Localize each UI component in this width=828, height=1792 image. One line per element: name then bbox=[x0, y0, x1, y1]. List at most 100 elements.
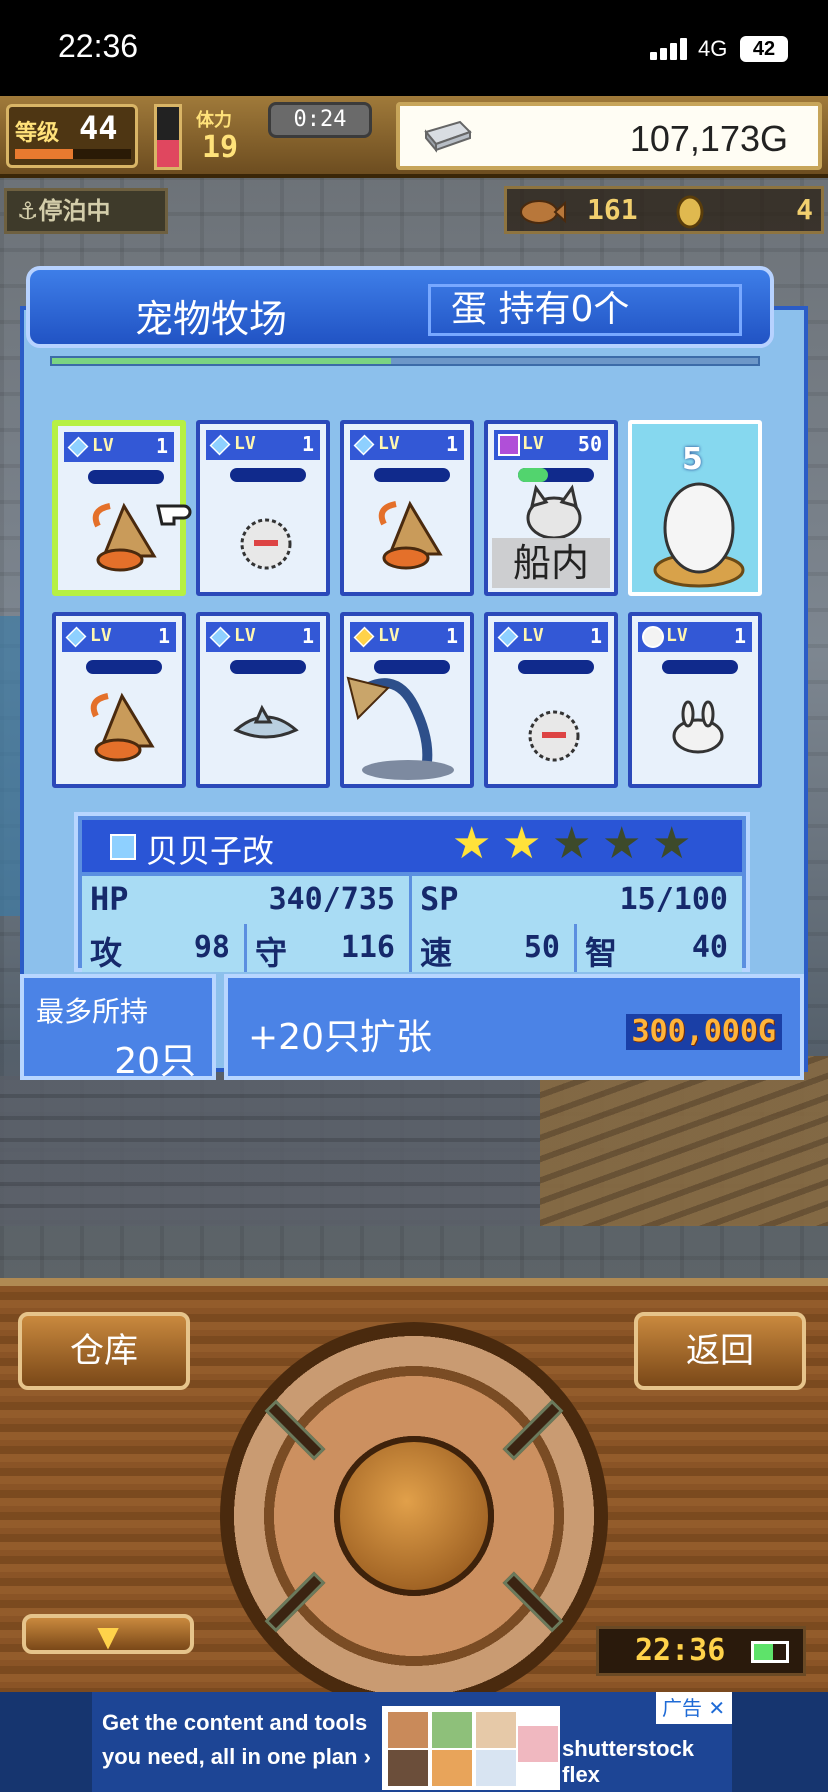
hp-bar bbox=[518, 660, 594, 674]
dpad[interactable] bbox=[220, 1322, 608, 1692]
atk-value: 98 bbox=[193, 930, 230, 965]
hp-value: 340/735 bbox=[268, 882, 395, 917]
white-rabbit-icon bbox=[672, 700, 724, 754]
atk-label: 攻 bbox=[90, 934, 123, 972]
control-panel: 仓库 返回 ▼ 22:36 bbox=[0, 1278, 828, 1692]
phoenix-icon bbox=[346, 676, 454, 780]
pet-card[interactable]: LV 1 bbox=[196, 420, 330, 596]
top-hud: 等级 44 体力 19 0:24 107,173G bbox=[0, 96, 828, 178]
ad-content[interactable]: Get the content and tools you need, all … bbox=[92, 1692, 732, 1792]
star-filled-icon: ★ bbox=[452, 818, 492, 869]
pet-card[interactable]: LV 1 bbox=[196, 612, 330, 788]
ad-label: 广告 bbox=[662, 1696, 702, 1720]
page-title: 宠物牧场 bbox=[134, 297, 287, 341]
ad-line-1: Get the content and tools bbox=[102, 1710, 368, 1735]
battery-icon: 42 bbox=[740, 36, 788, 62]
pet-card[interactable]: LV 1 bbox=[340, 612, 474, 788]
dpad-center-button[interactable] bbox=[334, 1436, 494, 1596]
gold-gem-icon bbox=[353, 626, 375, 648]
ad-banner[interactable]: Get the content and tools you need, all … bbox=[0, 1692, 828, 1792]
expand-price: 300,000G bbox=[625, 1014, 782, 1050]
back-button[interactable]: 返回 bbox=[634, 1312, 806, 1390]
def-value: 116 bbox=[340, 930, 395, 965]
hp-stat: HP 340/735 bbox=[82, 876, 412, 924]
pet-card[interactable]: LV 1 bbox=[52, 420, 192, 596]
dpad-divider bbox=[264, 1399, 326, 1461]
spiky-ball-icon bbox=[528, 710, 580, 762]
sp-stat: SP 15/100 bbox=[412, 876, 742, 924]
ad-close-button[interactable]: 广告 ✕ bbox=[656, 1692, 732, 1724]
egg-number: 5 bbox=[682, 442, 703, 477]
capacity-box: 最多所持 20只 bbox=[20, 974, 216, 1082]
stamina-timer: 0:24 bbox=[268, 102, 372, 138]
pet-card[interactable]: LV 50 船内 bbox=[484, 420, 618, 596]
pet-level: 1 bbox=[301, 432, 314, 456]
pet-card[interactable]: LV 1 bbox=[52, 612, 186, 788]
white-cat-icon bbox=[526, 484, 582, 540]
battery-icon bbox=[751, 1641, 789, 1663]
pet-card[interactable]: LV 1 bbox=[484, 612, 618, 788]
lv-label: LV bbox=[378, 625, 400, 646]
spd-value: 50 bbox=[523, 930, 560, 965]
level-bar: LV 1 bbox=[206, 430, 320, 460]
star-empty-icon: ★ bbox=[602, 818, 642, 869]
scene-pier bbox=[540, 1056, 828, 1226]
capacity-value: 20只 bbox=[114, 1041, 196, 1082]
stamina-label: 体力 bbox=[196, 110, 232, 131]
pet-name-row: 贝贝子改 ★ ★ ★ ★ ★ bbox=[82, 820, 742, 872]
blue-gem-icon bbox=[110, 834, 136, 860]
blue-gem-icon bbox=[497, 626, 519, 648]
menu-down-button[interactable]: ▼ bbox=[22, 1614, 194, 1654]
def-label: 守 bbox=[255, 934, 288, 972]
network-type: 4G bbox=[698, 36, 728, 61]
capacity-label: 最多所持 bbox=[36, 995, 149, 1028]
expand-button[interactable]: +20只扩张 300,000G bbox=[224, 974, 804, 1080]
shark-icon bbox=[233, 704, 299, 739]
pet-level: 1 bbox=[445, 624, 458, 648]
pet-level: 1 bbox=[155, 434, 168, 458]
blue-gem-icon bbox=[209, 626, 231, 648]
hp-bar bbox=[374, 468, 450, 482]
lv-label: LV bbox=[234, 625, 256, 646]
ranch-header: 宠物牧场 蛋 持有0个 bbox=[26, 266, 774, 348]
sp-value: 15/100 bbox=[619, 882, 728, 917]
egg-icon bbox=[653, 482, 745, 588]
dpad-divider bbox=[502, 1399, 564, 1461]
pet-card[interactable]: LV 1 bbox=[340, 420, 474, 596]
stamina-value: 19 bbox=[202, 130, 239, 165]
docked-status: ⚓停泊中 bbox=[4, 188, 168, 234]
def-stat: 守 116 bbox=[247, 924, 412, 972]
stat-row-attributes: 攻 98 守 116 速 50 智 40 bbox=[82, 924, 742, 972]
hp-bar bbox=[518, 468, 594, 482]
gold-display: 107,173G bbox=[396, 102, 822, 170]
expand-label: +20只扩张 bbox=[248, 1017, 432, 1058]
hp-bar bbox=[230, 660, 306, 674]
pet-level: 50 bbox=[577, 432, 602, 456]
spd-stat: 速 50 bbox=[412, 924, 577, 972]
arrow-down-icon: ▼ bbox=[97, 1620, 119, 1653]
white-gem-icon bbox=[642, 626, 664, 648]
game-screen: 等级 44 体力 19 0:24 107,173G ⚓停泊中 161 4 宠物牧… bbox=[0, 96, 828, 1692]
dpad-divider bbox=[502, 1571, 564, 1633]
egg-card[interactable]: 5 bbox=[628, 420, 762, 596]
sp-label: SP bbox=[420, 880, 459, 918]
close-icon: ✕ bbox=[708, 1696, 726, 1720]
warehouse-button[interactable]: 仓库 bbox=[18, 1312, 190, 1390]
fish-icon bbox=[520, 200, 566, 224]
int-stat: 智 40 bbox=[577, 924, 742, 972]
ranch-progress-bar bbox=[50, 356, 760, 366]
pet-level: 1 bbox=[445, 432, 458, 456]
spiky-ball-icon bbox=[240, 518, 292, 570]
pet-card[interactable]: LV 1 bbox=[628, 612, 762, 788]
scene-stairs bbox=[0, 1076, 540, 1226]
stat-row-hp-sp: HP 340/735 SP 15/100 bbox=[82, 876, 742, 924]
coin-icon bbox=[676, 195, 704, 229]
hermit-crab-icon bbox=[90, 692, 155, 762]
level-bar: LV 1 bbox=[62, 622, 176, 652]
star-filled-icon: ★ bbox=[502, 818, 542, 869]
level-bar: LV 1 bbox=[494, 622, 608, 652]
ad-brand: shutterstock flex bbox=[562, 1736, 695, 1787]
pet-name: 贝贝子改 bbox=[146, 832, 275, 870]
hp-bar bbox=[662, 660, 738, 674]
blue-gem-icon bbox=[209, 434, 231, 456]
